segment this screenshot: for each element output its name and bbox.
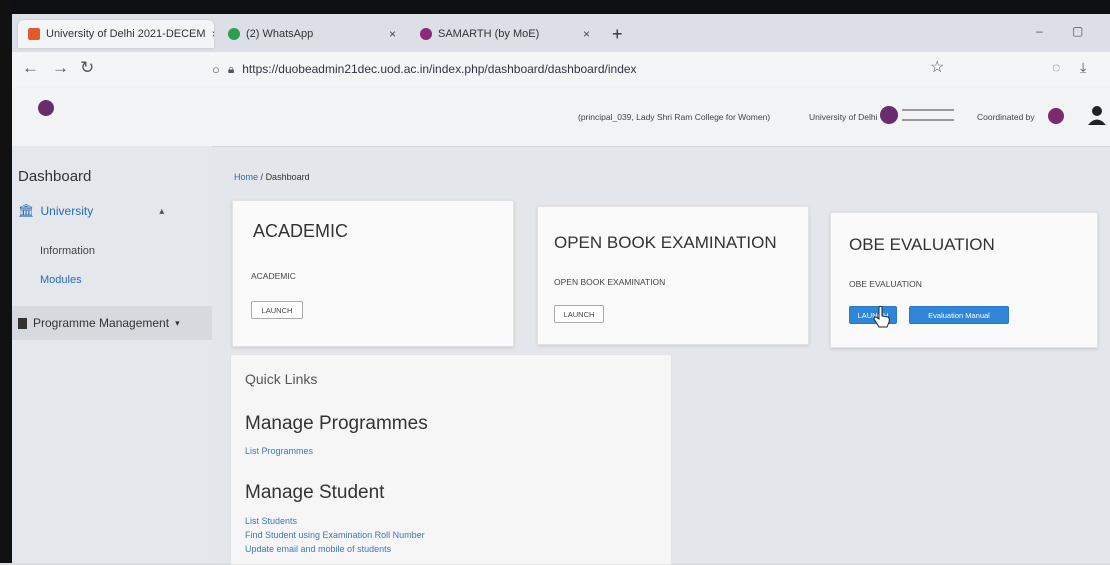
university-logo [38, 100, 60, 116]
whatsapp-favicon-icon [228, 28, 240, 40]
user-avatar-icon[interactable] [1086, 104, 1108, 126]
logo-wordmark [58, 101, 60, 115]
reload-icon[interactable]: ↻ [80, 58, 94, 78]
bank-icon: 🏛︎ [18, 203, 35, 218]
card-title: OBE EVALUATION [849, 235, 995, 254]
tab-whatsapp[interactable]: (2) WhatsApp × [218, 20, 406, 48]
launch-academic-button[interactable]: LAUNCH [251, 301, 303, 319]
book-icon [18, 317, 27, 329]
tab-samarth[interactable]: SAMARTH (by MoE) × [410, 20, 600, 48]
section-heading-student: Manage Student [245, 482, 385, 503]
sidebar-item-information[interactable]: Information [40, 245, 95, 257]
open-book-examination-card: OPEN BOOK EXAMINATION OPEN BOOK EXAMINAT… [537, 206, 809, 345]
tab-label: SAMARTH (by MoE) [438, 28, 540, 40]
sidebar-item-university[interactable]: 🏛︎ University ▴ [18, 203, 164, 219]
address-bar[interactable]: ○ 🔒︎ https://duobeadmin21dec.uod.ac.in/i… [212, 57, 1012, 81]
link-list-students[interactable]: List Students [245, 516, 297, 526]
sidebar: Dashboard 🏛︎ University ▴ Information Mo… [12, 146, 212, 563]
card-subtitle: OBE EVALUATION [849, 279, 922, 289]
evaluation-manual-button[interactable]: Evaluation Manual [909, 306, 1009, 324]
quick-links-title: Quick Links [245, 371, 318, 387]
tab-label: University of Delhi 2021-DECEM [46, 28, 206, 40]
tab-university-of-delhi[interactable]: University of Delhi 2021-DECEM × [18, 20, 214, 48]
logo-wordmark [902, 109, 954, 121]
sidebar-item-label: Programme Management [33, 316, 170, 330]
forward-icon[interactable]: → [52, 58, 69, 78]
obe-evaluation-card: OBE EVALUATION OBE EVALUATION LAUNCH Eva… [830, 212, 1098, 348]
monitor-bezel [0, 0, 1110, 14]
tab-label: (2) WhatsApp [246, 28, 314, 40]
monitor-bezel-left [0, 0, 12, 563]
launch-obe-button[interactable]: LAUNCH [554, 305, 604, 323]
logo-emblem-icon [880, 106, 898, 124]
close-tab-icon[interactable]: × [389, 27, 396, 41]
breadcrumb-separator: / [260, 172, 264, 182]
link-update-email-mobile[interactable]: Update email and mobile of students [245, 544, 391, 554]
breadcrumb-home[interactable]: Home [234, 172, 258, 182]
sidebar-item-modules[interactable]: Modules [40, 274, 82, 286]
caret-down-icon: ▾ [175, 317, 180, 328]
browser-tabstrip: University of Delhi 2021-DECEM × (2) Wha… [12, 14, 1110, 52]
browser-toolbar: ← → ↻ ○ 🔒︎ https://duobeadmin21dec.uod.a… [12, 52, 1110, 87]
link-list-programmes[interactable]: List Programmes [245, 446, 313, 456]
sidebar-title: Dashboard [18, 168, 92, 185]
academic-card: ACADEMIC ACADEMIC LAUNCH [232, 200, 514, 347]
card-title: ACADEMIC [253, 221, 349, 241]
minimize-icon[interactable]: – [1036, 24, 1043, 38]
restore-icon[interactable]: ▢ [1072, 24, 1083, 38]
close-tab-icon[interactable]: × [583, 27, 590, 41]
back-icon[interactable]: ← [22, 58, 39, 78]
hand-cursor-icon [873, 305, 890, 328]
samarth-favicon-icon [420, 28, 432, 40]
university-logo-small [880, 106, 954, 124]
screen: University of Delhi 2021-DECEM × (2) Wha… [0, 0, 1110, 565]
url-text: https://duobeadmin21dec.uod.ac.in/index.… [242, 62, 637, 76]
card-title: OPEN BOOK EXAMINATION [554, 233, 777, 252]
university-name: University of Delhi [809, 112, 878, 122]
grid-favicon-icon [28, 28, 40, 40]
section-heading-programmes: Manage Programmes [245, 413, 428, 434]
coordinated-by-label: Coordinated by [977, 112, 1035, 122]
user-info: (principal_039, Lady Shri Ram College fo… [578, 112, 771, 122]
sidebar-item-label: University [40, 204, 94, 218]
card-subtitle: ACADEMIC [251, 271, 296, 281]
new-tab-button[interactable]: + [612, 24, 623, 45]
close-tab-icon[interactable]: × [212, 27, 214, 41]
link-find-student[interactable]: Find Student using Examination Roll Numb… [245, 530, 425, 540]
coordinator-logo-icon [1048, 108, 1064, 124]
caret-up-icon: ▴ [159, 205, 165, 217]
app-header: (principal_039, Lady Shri Ram College fo… [12, 86, 1110, 147]
bookmark-star-icon[interactable]: ☆ [930, 57, 944, 77]
pocket-icon[interactable]: ◌ [1052, 59, 1060, 75]
shield-icon: ○ [212, 61, 220, 77]
download-icon[interactable]: ⤓ [1080, 59, 1086, 76]
lock-icon: 🔒︎ [227, 61, 235, 76]
logo-emblem-icon [38, 100, 54, 116]
sidebar-item-programme-management[interactable]: Programme Management ▾ [12, 306, 212, 340]
breadcrumb-current: Dashboard [265, 172, 310, 182]
card-subtitle: OPEN BOOK EXAMINATION [554, 277, 666, 287]
breadcrumb: Home / Dashboard [234, 172, 310, 182]
quick-links-panel: Quick Links Manage Programmes List Progr… [230, 354, 672, 565]
